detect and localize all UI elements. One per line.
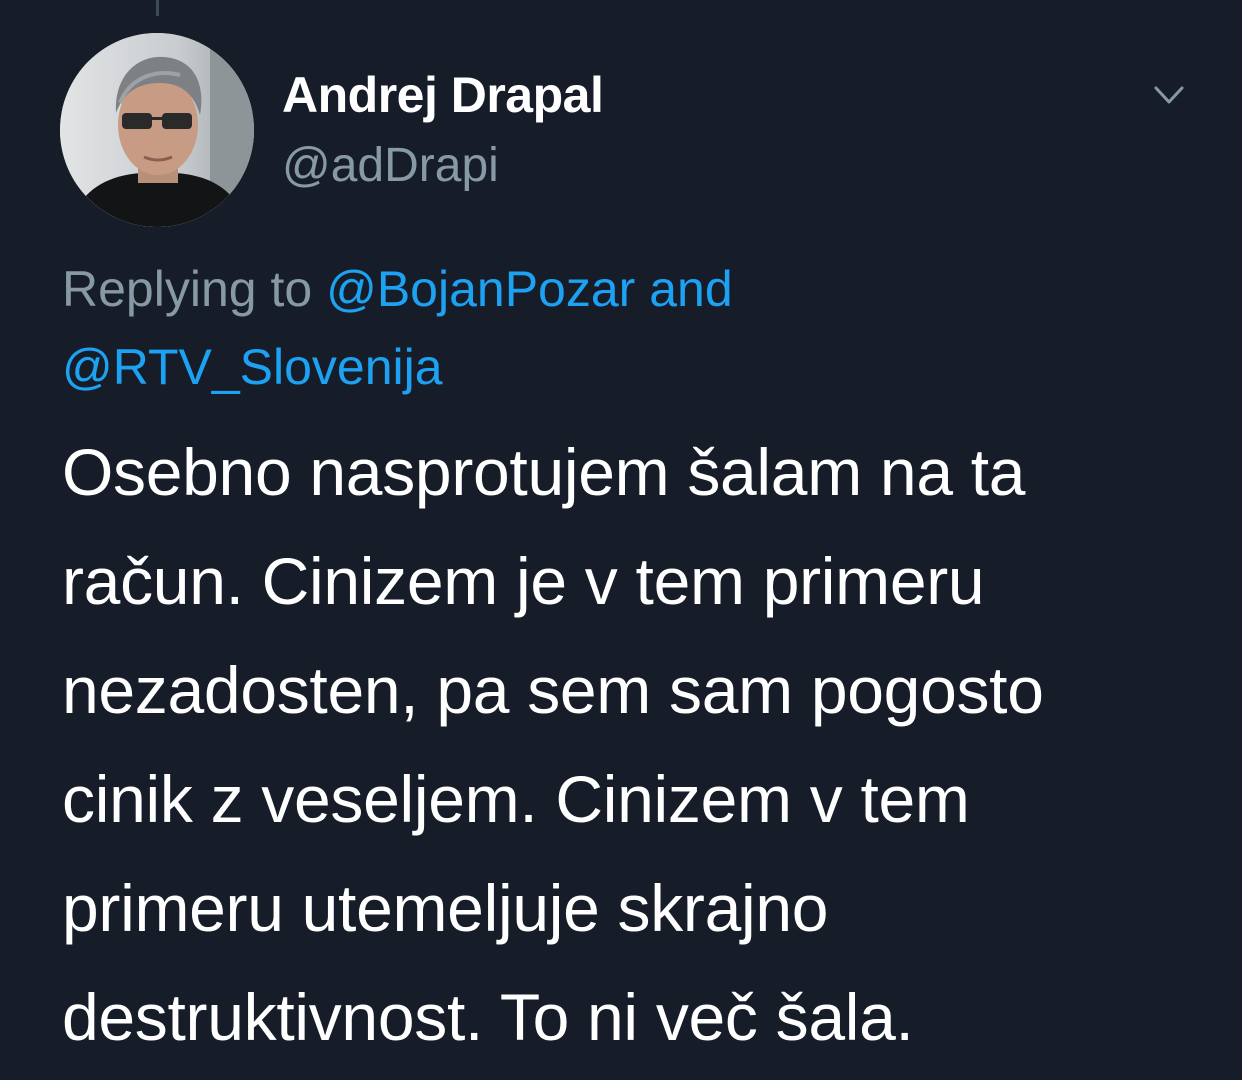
tweet-body: Osebno nasprotujem šalam na ta račun. Ci… [62, 418, 1212, 1072]
tweet-text-line: cinik z veseljem. Cinizem v tem [62, 762, 970, 836]
tweet-text-line: nezadosten, pa sem sam pogosto [62, 653, 1044, 727]
tweet-text-line: Osebno nasprotujem šalam na ta [62, 435, 1026, 509]
chevron-down-icon [1154, 86, 1184, 104]
tweet-text-line: destruktivnost. To ni več šala. [62, 980, 914, 1054]
author-handle[interactable]: @adDrapi [282, 138, 499, 193]
tweet-card: Andrej Drapal @adDrapi Replying to @Boja… [0, 0, 1242, 1080]
mention-conjunction[interactable]: and [649, 261, 732, 317]
replying-to: Replying to @BojanPozar and @RTV_Sloveni… [62, 250, 1182, 406]
avatar[interactable] [60, 33, 254, 227]
thread-connector-line [156, 0, 159, 16]
author-name[interactable]: Andrej Drapal [282, 66, 604, 124]
mention-link-rtv-slovenija[interactable]: @RTV_Slovenija [62, 339, 443, 395]
tweet-text-line: račun. Cinizem je v tem primeru [62, 544, 985, 618]
avatar-photo-icon [60, 33, 254, 227]
mention-link-bojanpozar[interactable]: @BojanPozar [326, 261, 635, 317]
tweet-text-line: primeru utemeljuje skrajno [62, 871, 829, 945]
replying-to-label: Replying to [62, 261, 313, 317]
tweet-menu-button[interactable] [1146, 76, 1192, 116]
